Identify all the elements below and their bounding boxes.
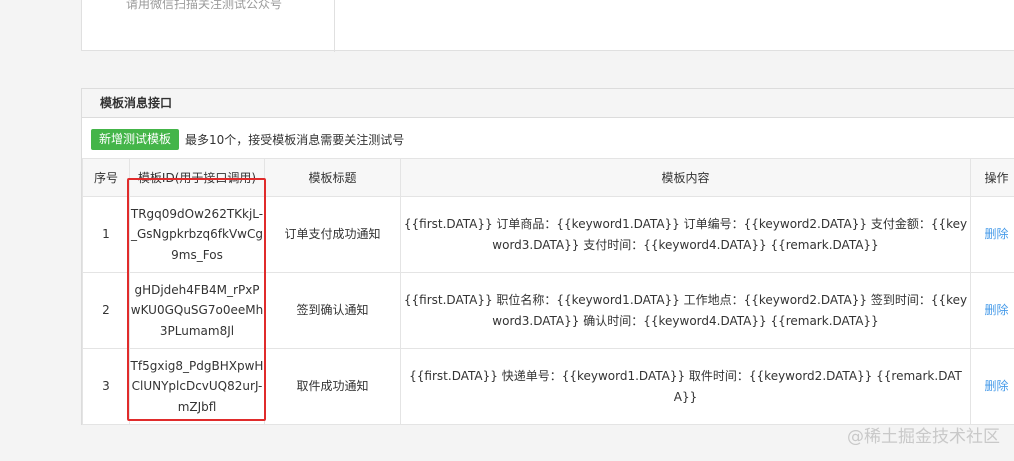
template-id: Tf5gxig8_PdgBHXpwHClUNYplcDcvUQ82urJ-mZJ… xyxy=(129,348,265,425)
template-title: 取件成功通知 xyxy=(264,348,401,425)
table-row: 3 Tf5gxig8_PdgBHXpwHClUNYplcDcvUQ82urJ-m… xyxy=(82,348,1014,425)
template-content: {{first.DATA}} 快递单号：{{keyword1.DATA}} 取件… xyxy=(400,348,971,425)
template-content: {{first.DATA}} 职位名称：{{keyword1.DATA}} 工作… xyxy=(400,272,971,349)
watermark: @稀土掘金技术社区 xyxy=(847,427,1000,447)
row-index: 3 xyxy=(82,348,130,425)
template-content: {{first.DATA}} 订单商品：{{keyword1.DATA}} 订单… xyxy=(400,196,971,273)
scan-hint: 请用微信扫描关注测试公众号 xyxy=(126,0,283,11)
toolbar: 新增测试模板 最多10个，接受模板消息需要关注测试号 xyxy=(91,128,404,150)
table-row: 2 gHDjdeh4FB4M_rPxPwKU0GQuSG7o0eeMh3PLum… xyxy=(82,272,1014,349)
panel-divider xyxy=(334,0,335,52)
template-table: 序号 模板ID(用于接口调用) 模板标题 模板内容 操作 1 TRgq09dOw… xyxy=(82,158,1014,425)
template-limit-note: 最多10个，接受模板消息需要关注测试号 xyxy=(185,132,405,147)
column-header-index: 序号 xyxy=(82,158,130,197)
column-header-title: 模板标题 xyxy=(264,158,401,197)
template-title: 订单支付成功通知 xyxy=(264,196,401,273)
action-cell: 删除 xyxy=(970,272,1014,349)
row-index: 1 xyxy=(82,196,130,273)
add-test-template-button[interactable]: 新增测试模板 xyxy=(91,128,180,150)
table-header-row: 序号 模板ID(用于接口调用) 模板标题 模板内容 操作 xyxy=(82,158,1014,197)
template-id: TRgq09dOw262TKkjL-_GsNgpkrbzq6fkVwCg9ms_… xyxy=(129,196,265,273)
delete-link[interactable]: 删除 xyxy=(984,379,1008,393)
template-message-panel: 模板消息接口 新增测试模板 最多10个，接受模板消息需要关注测试号 序号 模板I… xyxy=(81,88,1014,425)
template-id: gHDjdeh4FB4M_rPxPwKU0GQuSG7o0eeMh3PLumam… xyxy=(129,272,265,349)
column-header-template-id: 模板ID(用于接口调用) xyxy=(129,158,265,197)
table-row: 1 TRgq09dOw262TKkjL-_GsNgpkrbzq6fkVwCg9m… xyxy=(82,196,1014,273)
column-header-action: 操作 xyxy=(970,158,1014,197)
action-cell: 删除 xyxy=(970,196,1014,273)
delete-link[interactable]: 删除 xyxy=(984,303,1008,317)
qrcode-panel: 请用微信扫描关注测试公众号 xyxy=(81,0,1014,52)
template-title: 签到确认通知 xyxy=(264,272,401,349)
column-header-content: 模板内容 xyxy=(400,158,971,197)
delete-link[interactable]: 删除 xyxy=(984,227,1008,241)
row-index: 2 xyxy=(82,272,130,349)
action-cell: 删除 xyxy=(970,348,1014,425)
panel-title: 模板消息接口 xyxy=(82,89,1014,118)
